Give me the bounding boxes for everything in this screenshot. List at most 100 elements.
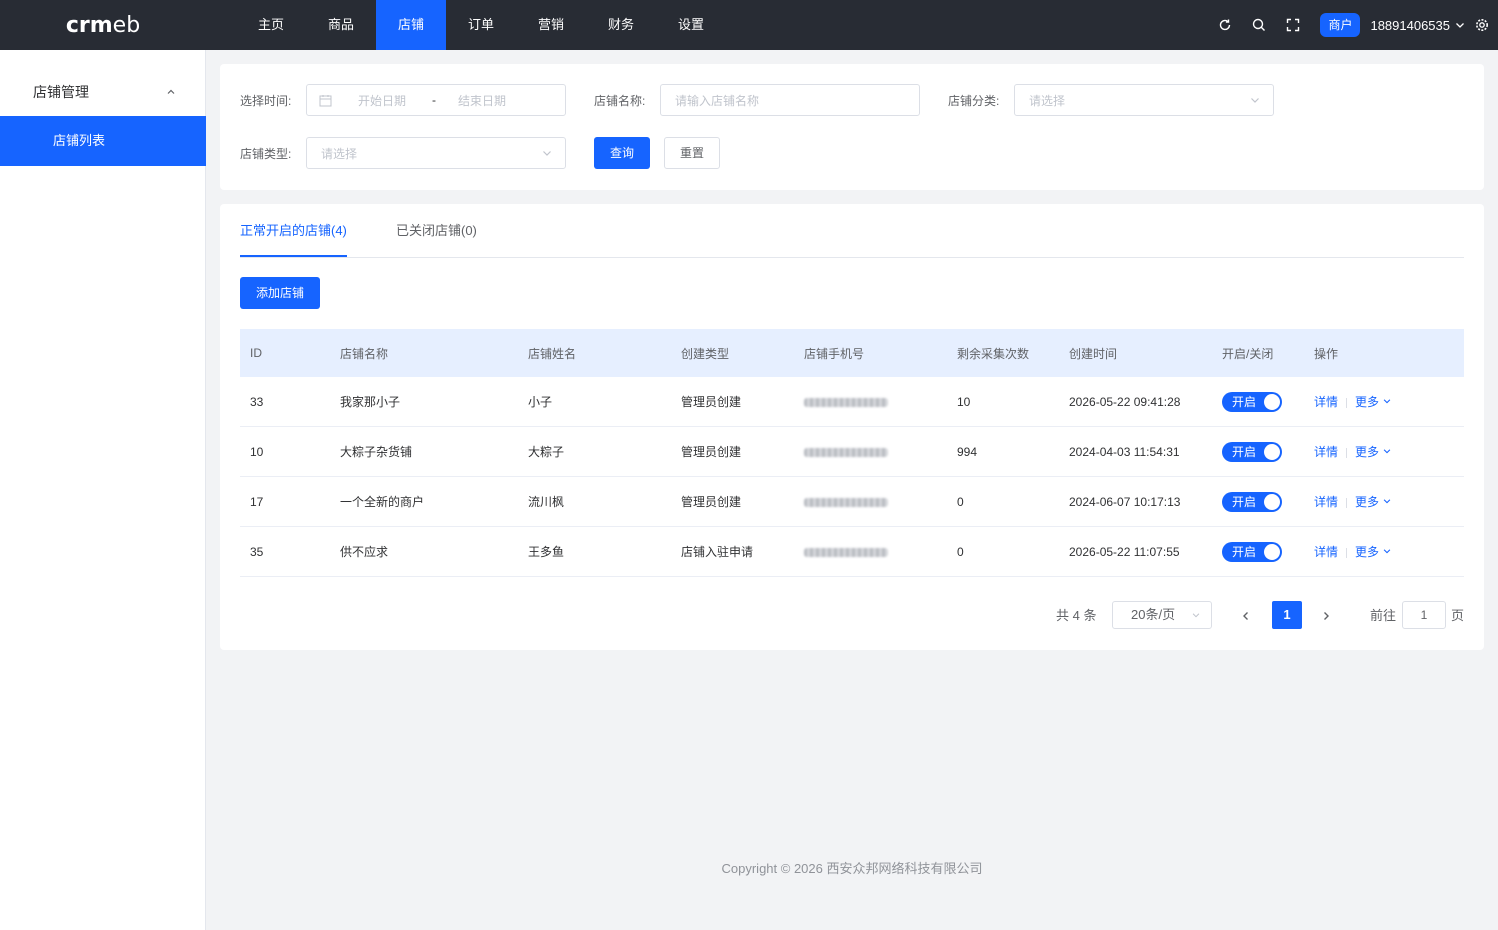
col-created-time: 创建时间 — [1069, 346, 1118, 361]
page-number-current[interactable]: 1 — [1272, 601, 1302, 629]
cell-id: 33 — [250, 394, 264, 409]
user-phone: 18891406535 — [1370, 17, 1450, 33]
nav-item-settings[interactable]: 设置 — [656, 0, 726, 50]
goto-page-input[interactable]: 1 — [1402, 601, 1446, 629]
tab-closed-stores[interactable]: 已关闭店铺(0) — [396, 204, 477, 258]
nav-item-products[interactable]: 商品 — [306, 0, 376, 50]
more-label: 更多 — [1355, 495, 1380, 509]
chevron-down-icon — [1456, 23, 1464, 28]
more-dropdown[interactable]: 更多 — [1355, 545, 1392, 559]
sidebar-group-label: 店铺管理 — [33, 84, 89, 100]
pagination-total: 共 4 条 — [1056, 608, 1097, 623]
store-name-input[interactable]: 请输入店铺名称 — [660, 84, 920, 116]
cell-id: 17 — [250, 494, 264, 509]
cell-phone — [794, 445, 947, 459]
detail-link[interactable]: 详情 — [1314, 495, 1338, 509]
store-toggle[interactable]: 开启 — [1222, 491, 1282, 512]
cell-actions: 详情 更多 — [1304, 493, 1464, 510]
table-row: 35 供不应求 王多鱼 店铺入驻申请 0 2026-05-22 11:07:55… — [240, 527, 1464, 577]
active-tab-indicator — [240, 255, 347, 257]
col-actions: 操作 — [1314, 346, 1339, 361]
table-row: 10 大粽子杂货铺 大粽子 管理员创建 994 2024-04-03 11:54… — [240, 427, 1464, 477]
more-label: 更多 — [1355, 545, 1380, 559]
cell-remaining-count: 0 — [957, 494, 964, 509]
tab-open-stores[interactable]: 正常开启的店铺(4) — [240, 204, 347, 258]
page-size-select[interactable]: 20条/页 — [1112, 601, 1212, 629]
add-store-button[interactable]: 添加店铺 — [240, 277, 320, 309]
cell-store-name: 我家那小子 — [340, 395, 401, 409]
logo[interactable]: crm eb — [0, 0, 206, 50]
detail-link[interactable]: 详情 — [1314, 395, 1338, 409]
page-size-value: 20条/页 — [1131, 607, 1176, 622]
action-divider — [1346, 397, 1348, 408]
cell-phone — [794, 495, 947, 509]
cell-owner-name: 流川枫 — [528, 495, 565, 509]
store-name-placeholder: 请输入店铺名称 — [675, 93, 760, 108]
role-badge: 商户 — [1320, 13, 1361, 37]
toggle-knob — [1264, 443, 1280, 460]
store-category-placeholder: 请选择 — [1029, 93, 1066, 108]
goto-label: 前往 — [1370, 608, 1397, 623]
more-dropdown[interactable]: 更多 — [1355, 495, 1392, 509]
nav-item-finance[interactable]: 财务 — [586, 0, 656, 50]
date-range-picker[interactable]: 开始日期 - 结束日期 — [306, 84, 566, 116]
cell-store-name: 供不应求 — [340, 545, 389, 559]
sidebar: 店铺管理 店铺列表 — [0, 50, 206, 930]
blurred-phone — [804, 397, 888, 407]
toggle-label: 开启 — [1232, 444, 1257, 459]
time-label: 选择时间: — [240, 94, 292, 108]
next-page-button[interactable] — [1312, 602, 1340, 630]
more-dropdown[interactable]: 更多 — [1355, 445, 1392, 459]
col-switch: 开启/关闭 — [1222, 346, 1274, 361]
blurred-phone — [804, 497, 888, 507]
date-range-separator: - — [432, 93, 437, 107]
nav-item-stores[interactable]: 店铺 — [376, 0, 446, 50]
logo-text-a: crm — [65, 12, 113, 38]
more-label: 更多 — [1355, 445, 1380, 459]
detail-link[interactable]: 详情 — [1314, 445, 1338, 459]
header-actions: 商户 18891406535 — [1208, 0, 1498, 50]
chevron-down-icon — [1384, 549, 1391, 554]
store-toggle[interactable]: 开启 — [1222, 391, 1282, 412]
reset-button[interactable]: 重置 — [664, 137, 720, 169]
query-button[interactable]: 查询 — [594, 137, 650, 169]
user-menu[interactable]: 18891406535 — [1370, 18, 1466, 33]
chevron-up-icon — [167, 89, 175, 94]
cell-id: 35 — [250, 544, 264, 559]
chevron-right-icon — [1324, 612, 1329, 620]
blurred-phone — [804, 447, 888, 457]
more-label: 更多 — [1355, 395, 1380, 409]
nav-item-orders[interactable]: 订单 — [446, 0, 516, 50]
fullscreen-icon[interactable] — [1276, 0, 1310, 50]
store-type-placeholder: 请选择 — [321, 146, 358, 161]
chevron-left-icon — [1243, 612, 1248, 620]
more-dropdown[interactable]: 更多 — [1355, 395, 1392, 409]
action-divider — [1346, 547, 1348, 558]
start-date-input[interactable]: 开始日期 — [358, 92, 406, 109]
end-date-input[interactable]: 结束日期 — [458, 92, 506, 109]
search-icon[interactable] — [1242, 0, 1276, 50]
cell-create-type: 店铺入驻申请 — [681, 545, 754, 559]
cell-create-type: 管理员创建 — [681, 395, 742, 409]
action-divider — [1346, 497, 1348, 508]
table-row: 33 我家那小子 小子 管理员创建 10 2026-05-22 09:41:28… — [240, 377, 1464, 427]
action-divider — [1346, 447, 1348, 458]
cell-created-time: 2024-04-03 11:54:31 — [1069, 444, 1180, 459]
store-toggle[interactable]: 开启 — [1222, 441, 1282, 462]
cell-create-type: 管理员创建 — [681, 445, 742, 459]
toggle-knob — [1264, 393, 1280, 410]
store-category-select[interactable]: 请选择 — [1014, 84, 1274, 116]
nav-item-home[interactable]: 主页 — [236, 0, 306, 50]
prev-page-button[interactable] — [1232, 602, 1260, 630]
gear-icon[interactable] — [1466, 0, 1498, 50]
store-name-label: 店铺名称: — [594, 94, 646, 108]
copyright-footer: Copyright © 2026 西安众邦网络科技有限公司 — [721, 861, 983, 876]
nav-item-marketing[interactable]: 营销 — [516, 0, 586, 50]
detail-link[interactable]: 详情 — [1314, 545, 1338, 559]
sidebar-item-store-list[interactable]: 店铺列表 — [0, 116, 206, 166]
refresh-icon[interactable] — [1208, 0, 1242, 50]
store-toggle[interactable]: 开启 — [1222, 541, 1282, 562]
store-type-select[interactable]: 请选择 — [306, 137, 566, 169]
table-header: ID 店铺名称 店铺姓名 创建类型 店铺手机号 剩余采集次数 创建时间 开启/关… — [240, 329, 1464, 377]
cell-remaining-count: 994 — [957, 444, 978, 459]
